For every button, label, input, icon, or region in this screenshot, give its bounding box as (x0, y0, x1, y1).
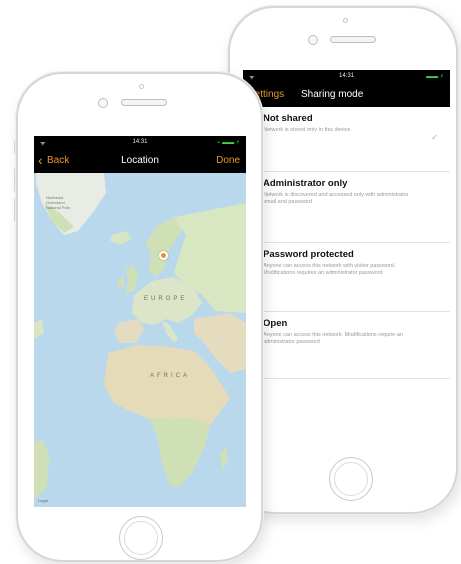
option-title: Password protected (263, 249, 354, 260)
front-camera (308, 35, 318, 45)
map-legal-link[interactable]: Legal (38, 498, 48, 503)
left-phone-screen: ᯤ 14:31 ⌁ ▬▬ ⚡ ‹ Back Location Done EURO… (34, 136, 246, 507)
option-description: Anyone can access this network with visi… (263, 263, 396, 276)
location-pin-icon[interactable] (159, 251, 168, 260)
battery-icon: ⌁ ▬▬ ⚡ (216, 140, 240, 146)
nav-bar: ‹ Settings Sharing mode (243, 83, 450, 107)
done-button[interactable]: Done (216, 155, 240, 166)
status-time: 14:31 (132, 139, 148, 145)
nav-title: Sharing mode (301, 89, 364, 100)
top-sensor (139, 84, 144, 89)
option-open[interactable]: Open Anyone can access this network. Mod… (243, 312, 450, 379)
world-map[interactable]: EUROPE AFRICA Northeast Greenland Nation… (34, 173, 246, 507)
map-label-europe: EUROPE (144, 296, 188, 302)
map-label-africa: AFRICA (150, 373, 191, 379)
option-description: Network is stored only in this device (263, 127, 351, 133)
status-bar: ᯤ 14:31 ▬▬ ⚡ (243, 70, 450, 83)
option-not-shared[interactable]: Not shared Network is stored only in thi… (243, 107, 450, 172)
option-description: Network is discovered and accessed only … (263, 192, 409, 205)
nav-title: Location (121, 155, 159, 166)
option-title: Open (263, 318, 288, 329)
home-button[interactable] (329, 457, 373, 501)
earpiece-speaker (330, 36, 376, 43)
option-title: Administrator only (263, 178, 348, 189)
top-sensor (343, 18, 348, 23)
earpiece-speaker (121, 99, 167, 106)
status-time: 14:31 (338, 73, 354, 79)
map-landmasses (34, 173, 246, 499)
checkmark-icon: ✓ (431, 133, 438, 142)
battery-icon: ▬▬ ⚡ (426, 74, 444, 80)
home-button[interactable] (119, 516, 163, 560)
option-description: Anyone can access this network. Modifica… (263, 332, 404, 345)
left-phone: ᯤ 14:31 ⌁ ▬▬ ⚡ ‹ Back Location Done EURO… (16, 72, 263, 562)
right-phone-screen: ᯤ 14:31 ▬▬ ⚡ ‹ Settings Sharing mode Not… (243, 70, 450, 450)
map-label-greenland-park: Northeast Greenland National Park (46, 195, 71, 210)
option-administrator-only[interactable]: Administrator only Network is discovered… (243, 172, 450, 243)
front-camera (98, 98, 108, 108)
status-bar: ᯤ 14:31 ⌁ ▬▬ ⚡ (34, 136, 246, 149)
option-password-protected[interactable]: Password protected Anyone can access thi… (243, 243, 450, 312)
nav-bar: ‹ Back Location Done (34, 149, 246, 173)
option-title: Not shared (263, 113, 313, 124)
